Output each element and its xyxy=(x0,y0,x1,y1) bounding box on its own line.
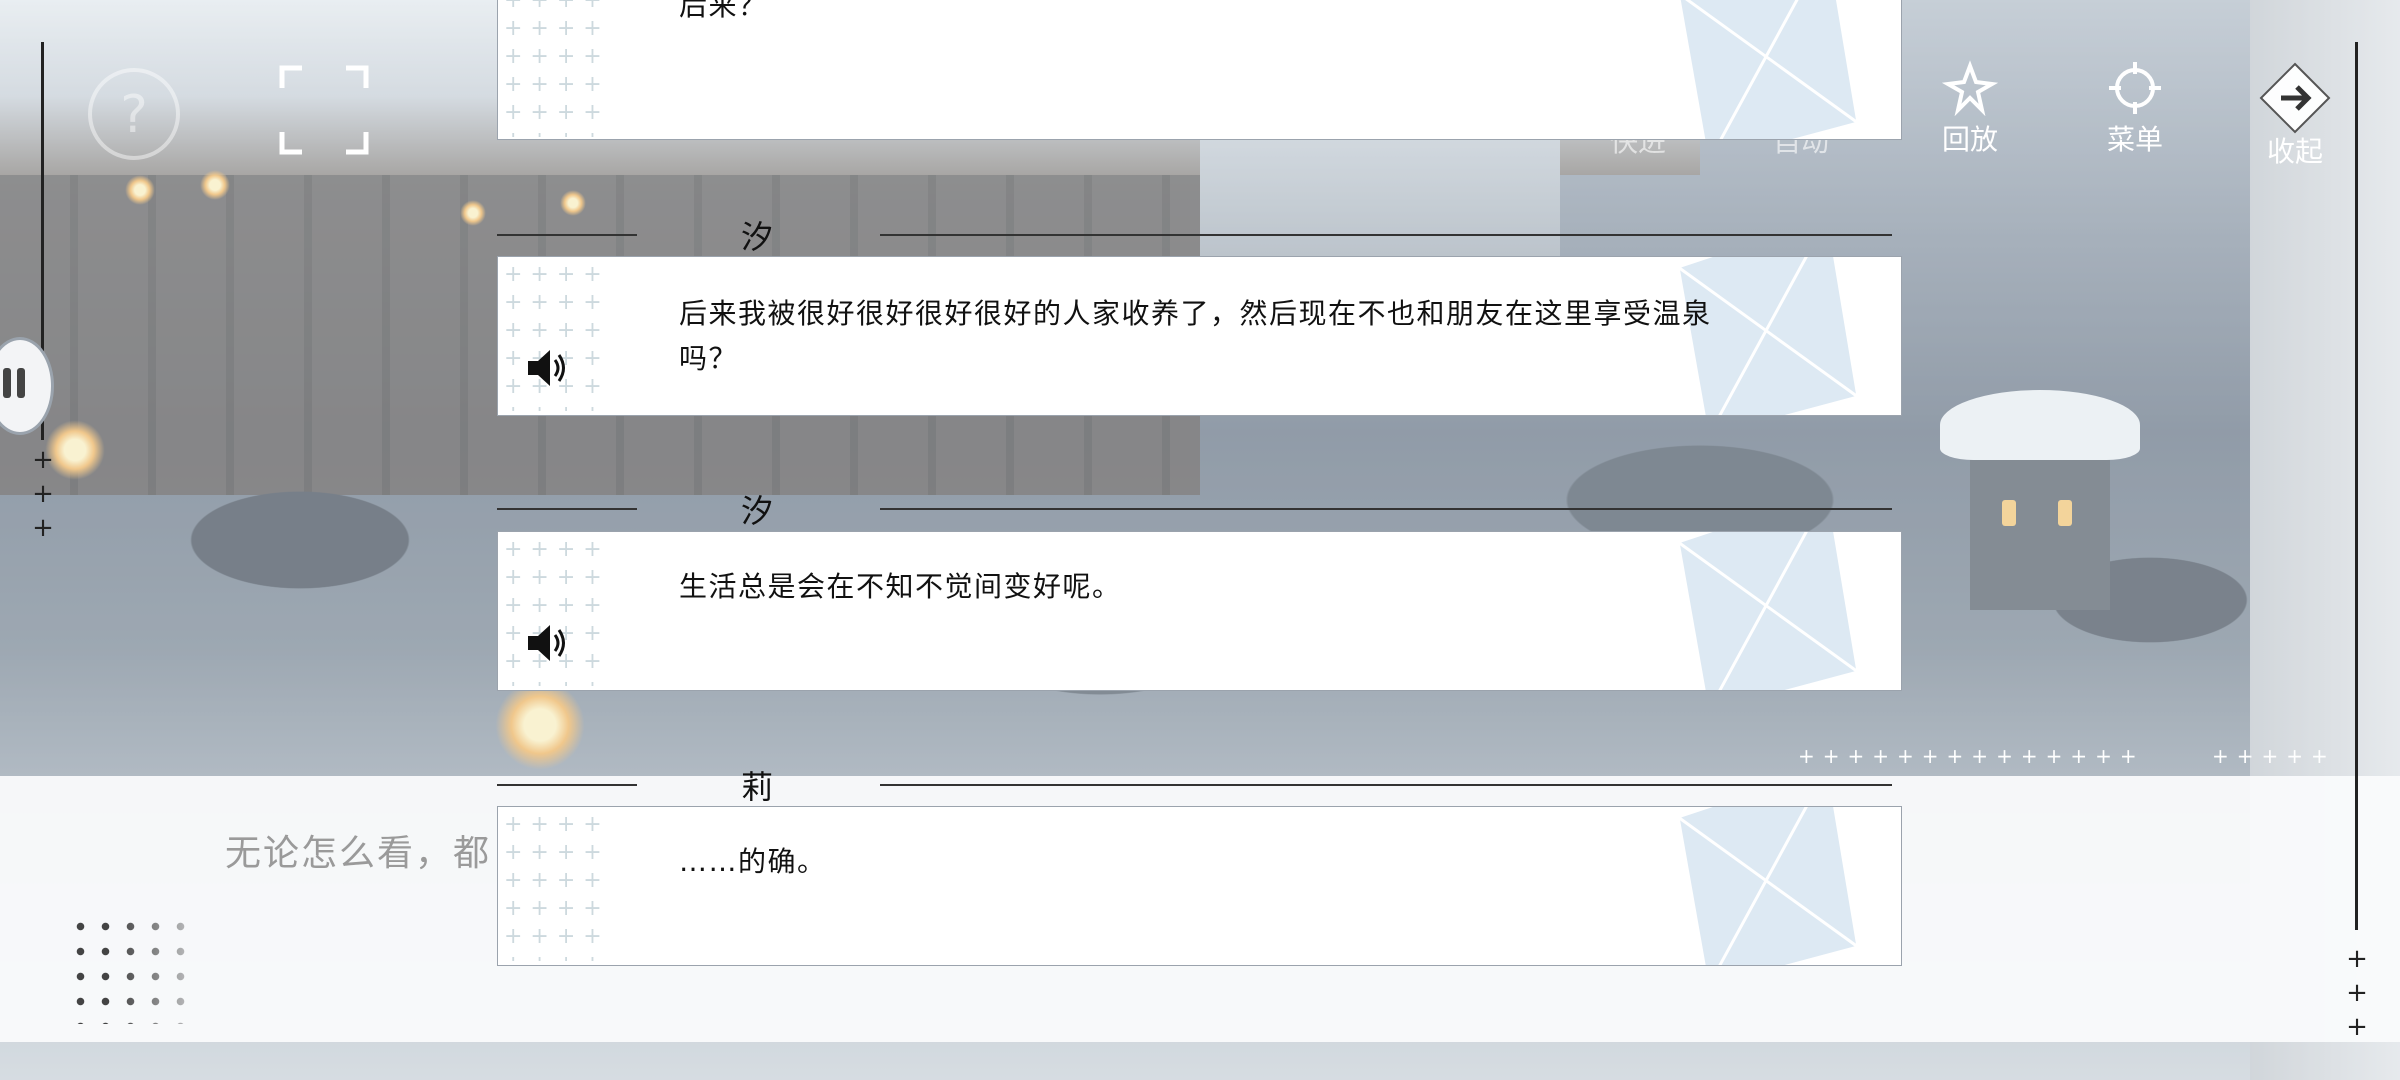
arrow-right-icon xyxy=(2259,62,2331,134)
menu-label: 菜单 xyxy=(2106,123,2163,156)
help-icon[interactable]: ? xyxy=(84,64,184,164)
collapse-label: 收起 xyxy=(2266,135,2323,168)
replay-button[interactable]: 回放 xyxy=(1915,60,2025,158)
fullscreen-icon[interactable] xyxy=(278,64,370,156)
speaker-name: 莉 xyxy=(741,768,774,806)
speaker-divider xyxy=(497,784,637,786)
speaker-divider xyxy=(880,508,1892,510)
voice-replay-icon[interactable] xyxy=(524,345,570,391)
speaker-name: 汐 xyxy=(741,218,774,256)
tab-grip xyxy=(3,368,11,398)
left-rail-plus: + + + xyxy=(32,445,54,543)
diamond-decoration xyxy=(1676,532,1860,690)
speaker-row: 汐 xyxy=(497,212,1900,256)
right-rail-plus: + + + xyxy=(2346,944,2368,1042)
speaker-divider xyxy=(880,784,1892,786)
backlog-text: 后来我被很好很好很好很好的人家收养了，然后现在不也和朋友在这里享受温泉吗？ xyxy=(679,297,1712,375)
speaker-divider xyxy=(497,508,637,510)
crosshair-icon xyxy=(2109,62,2161,114)
backlog-entry[interactable]: ++++++++++++++++++++++++++++ 后来我被很好很好很好很… xyxy=(497,256,1902,416)
backlog-text: 生活总是会在不知不觉间变好呢。 xyxy=(679,570,1122,603)
dot-grid-decoration xyxy=(68,914,188,1024)
voice-replay-icon[interactable] xyxy=(524,620,570,666)
cross-pattern: ++++++++++++++++++++++++++++ xyxy=(504,812,610,961)
dialogue-text: 无论怎么看，都 xyxy=(225,833,492,874)
speaker-divider xyxy=(880,234,1892,236)
backlog-entry[interactable]: ++++++++++++++++++++++++++++ ……的确。 xyxy=(497,806,1902,966)
backlog-text: ……的确。 xyxy=(679,845,827,878)
backlog-text: 后来？ xyxy=(679,0,768,22)
collapse-button[interactable]: 收起 xyxy=(2240,60,2350,170)
backlog-entry[interactable]: ++++++++++++++++++++++++++++ 后来？ xyxy=(497,0,1902,140)
backlog-entry[interactable]: ++++++++++++++++++++++++++++ 生活总是会在不知不觉间… xyxy=(497,531,1902,691)
speaker-name: 汐 xyxy=(741,492,774,530)
right-rail xyxy=(2355,42,2358,930)
diamond-decoration xyxy=(1676,807,1860,965)
speaker-divider xyxy=(497,234,637,236)
replay-icon xyxy=(1942,60,1998,116)
svg-text:?: ? xyxy=(120,85,148,145)
menu-button[interactable]: 菜单 xyxy=(2080,60,2190,158)
cross-pattern: ++++++++++++++++++++++++++++ xyxy=(504,0,610,137)
speaker-row: 汐 xyxy=(497,486,1900,530)
tab-grip xyxy=(17,368,25,398)
replay-label: 回放 xyxy=(1941,123,1998,156)
plus-decoration: +++++ xyxy=(2212,744,2336,768)
speaker-row: 莉 xyxy=(497,762,1900,806)
